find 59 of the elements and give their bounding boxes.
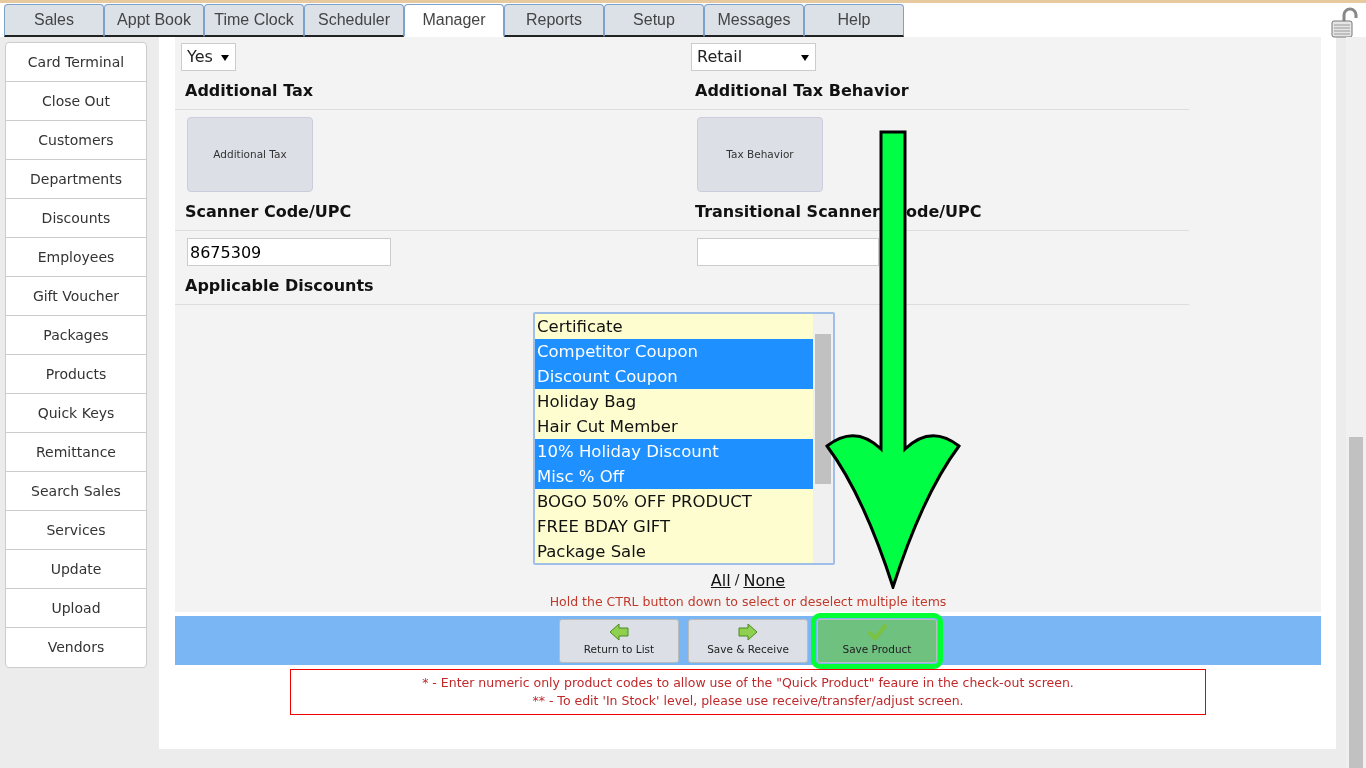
- left-arrow-icon: [608, 622, 630, 642]
- hint-text: Hold the CTRL button down to select or deselect multiple items: [548, 593, 948, 611]
- sidebar-item[interactable]: Discounts: [6, 199, 146, 238]
- tab[interactable]: Messages: [704, 4, 804, 37]
- input-field[interactable]: 8675309: [187, 238, 391, 266]
- sidebar-item[interactable]: Employees: [6, 238, 146, 277]
- sidebar-item[interactable]: Search Sales: [6, 472, 146, 511]
- note-text: * - Enter numeric only product codes to allow use of the "Quick Product" feaure in the check-out screen.: [421, 673, 1075, 692]
- field-label: Additional Tax: [184, 80, 315, 102]
- field-label: ode/UPC: [905, 201, 982, 223]
- sidebar-item[interactable]: Products: [6, 355, 146, 394]
- list-option[interactable]: Package Sale: [537, 542, 646, 561]
- list-option[interactable]: Holiday Bag: [537, 392, 637, 411]
- field-label: Applicable Discounts: [184, 275, 375, 297]
- field-label: Transitional Scanner: [695, 201, 880, 223]
- right-arrow-icon: [737, 622, 759, 642]
- sidebar-item[interactable]: Gift Voucher: [6, 277, 146, 316]
- sidebar-item[interactable]: Packages: [6, 316, 146, 355]
- scrollbar[interactable]: [1346, 37, 1366, 768]
- note-text: ** - To edit 'In Stock' level, please use receive/transfer/adjust screen.: [531, 691, 965, 710]
- sidebar-item[interactable]: Card Terminal: [6, 43, 146, 82]
- separator: /: [734, 570, 740, 589]
- sidebar-item[interactable]: Close Out: [6, 82, 146, 121]
- sidebar-item[interactable]: Update: [6, 550, 146, 589]
- list-option[interactable]: BOGO 50% OFF PRODUCT: [537, 492, 752, 511]
- tab[interactable]: Appt Book: [104, 4, 204, 37]
- discount-listbox[interactable]: Certificate Competitor Coupon Discount Coupon Holiday Bag Hair Cut Member 10% Holiday Discount Misc % Off BOGO 50% OFF PRODUCT FREE BDAY GIFT Package Sale: [533, 312, 835, 565]
- list-option[interactable]: Hair Cut Member: [537, 417, 678, 436]
- list-option[interactable]: FREE BDAY GIFT: [537, 517, 671, 536]
- action-button[interactable]: Save & Receive: [688, 618, 808, 663]
- tax-behavior-button[interactable]: Tax Behavior: [697, 117, 823, 192]
- caret-icon: [801, 54, 809, 61]
- dropdown[interactable]: Yes: [181, 43, 236, 71]
- input-field[interactable]: [697, 238, 879, 266]
- tab[interactable]: Sales: [4, 4, 104, 37]
- list-option[interactable]: Certificate: [537, 317, 623, 336]
- all-link[interactable]: All: [710, 569, 731, 593]
- sidebar-item[interactable]: Services: [6, 511, 146, 550]
- scrollbar[interactable]: [813, 314, 833, 563]
- tab[interactable]: Scheduler: [304, 4, 404, 37]
- sidebar-item[interactable]: Vendors: [6, 628, 146, 667]
- dropdown[interactable]: Retail: [691, 43, 816, 71]
- check-icon: [866, 622, 888, 642]
- sidebar-item[interactable]: Remittance: [6, 433, 146, 472]
- tab[interactable]: Time Clock: [204, 4, 304, 37]
- additional-tax-button[interactable]: Additional Tax: [187, 117, 313, 192]
- field-label: Scanner Code/UPC: [184, 201, 353, 223]
- caret-icon: [220, 54, 229, 61]
- sidebar-item[interactable]: Upload: [6, 589, 146, 628]
- action-button[interactable]: Return to List: [559, 618, 679, 663]
- tab[interactable]: Reports: [504, 4, 604, 37]
- tab[interactable]: Manager: [404, 4, 504, 37]
- none-link[interactable]: None: [743, 569, 786, 593]
- sidebar-item[interactable]: Departments: [6, 160, 146, 199]
- tab[interactable]: Help: [804, 4, 904, 37]
- field-label: Additional Tax Behavior: [694, 80, 910, 102]
- sidebar-item[interactable]: Customers: [6, 121, 146, 160]
- tab[interactable]: Setup: [604, 4, 704, 37]
- sidebar-item[interactable]: Quick Keys: [6, 394, 146, 433]
